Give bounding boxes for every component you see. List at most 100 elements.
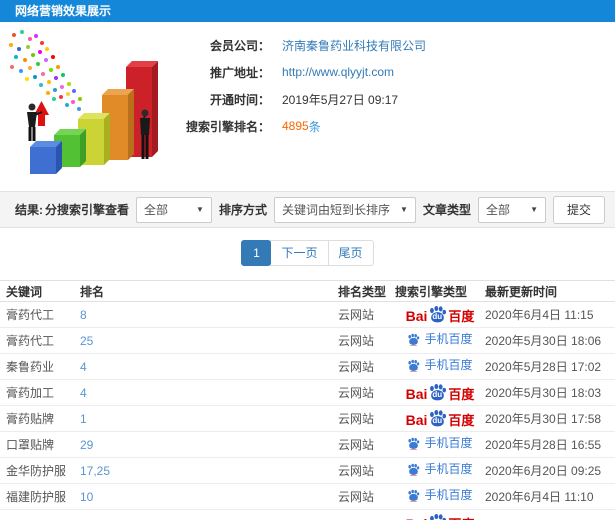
filter-bar: 结果: 分搜索引擎查看 全部 ▼ 排序方式 关键词由短到长排序 ▼ 文章类型 全… <box>0 191 615 228</box>
table-row: 膏药加工 4 云网站 Bai du 百度 2020年5月30日 18:03 <box>0 379 615 406</box>
growth-chart-illustration <box>9 30 158 174</box>
engine-filter-label: 分搜索引擎查看 <box>44 203 129 217</box>
chevron-down-icon: ▼ <box>530 205 538 214</box>
baidu-paw-icon <box>408 463 420 476</box>
baidu-logo-cn: 百度 <box>448 413 475 428</box>
rank-type-cell: 云网站 <box>338 334 375 348</box>
article-type-select[interactable]: 全部 ▼ <box>477 196 546 223</box>
rank-type-cell: 云网站 <box>338 386 375 400</box>
info-field-value[interactable]: http://www.qlyyjt.com <box>282 65 394 79</box>
table-row: 膏药贴牌 1 云网站 Bai du 百度 2020年5月30日 17:58 <box>0 405 615 432</box>
info-fields: 会员公司： 济南秦鲁药业科技有限公司推广地址： http://www.qlyyjt.… <box>175 37 426 145</box>
baidu-paw-icon <box>408 333 420 346</box>
table-row: 膏药代工 8 云网站 Bai du 百度 2020年6月4日 11:15 <box>0 301 615 328</box>
table-row: 秦鲁药业 4 云网站 手机百度 2020年5月28日 17:02 <box>0 353 615 380</box>
table-header-row: 关键词 排名 排名类型 搜索引擎类型 最新更新时间 <box>0 280 615 302</box>
baidu-logo-du: du <box>432 416 443 425</box>
mobile-baidu-label: 手机百度 <box>424 488 473 502</box>
page-button[interactable]: 下一页 <box>270 240 329 266</box>
chevron-down-icon: ▼ <box>196 205 204 214</box>
chevron-down-icon: ▼ <box>400 205 408 214</box>
engine-select-value: 全部 <box>143 203 168 217</box>
header-keyword: 关键词 <box>0 280 80 302</box>
rank-link[interactable]: 10 <box>80 490 93 504</box>
rank-type-cell: 云网站 <box>338 490 375 504</box>
updated-cell: 2020年5月28日 17:02 <box>485 360 602 374</box>
rank-link[interactable]: 8 <box>80 308 87 322</box>
page-button[interactable]: 尾页 <box>327 240 374 266</box>
header-engine-type: 搜索引擎类型 <box>395 280 485 302</box>
baidu-logo-cn: 百度 <box>448 309 475 324</box>
baidu-logo-bai: Bai <box>405 412 428 428</box>
rank-link[interactable]: 17,25 <box>80 464 110 478</box>
baidu-logo: Baidu百度 <box>405 305 475 324</box>
table-row: 口罩贴牌 29 云网站 手机百度 2020年5月28日 16:55 <box>0 431 615 458</box>
baidu-logo: Baidu百度 <box>406 513 474 520</box>
updated-cell: 2020年5月30日 18:03 <box>485 386 602 400</box>
table-row-partial: Baidu百度 <box>0 509 615 520</box>
updated-cell: 2020年6月4日 11:15 <box>485 308 594 322</box>
keyword-cell: 膏药代工 <box>6 308 55 322</box>
engine-select[interactable]: 全部 ▼ <box>135 196 212 223</box>
rank-link[interactable]: 1 <box>80 412 87 426</box>
mobile-baidu-logo: 手机百度 <box>407 332 473 346</box>
table-row: 金华防护服 17,25 云网站 手机百度 2020年6月20日 09:25 <box>0 457 615 484</box>
info-field-label: 推广地址： <box>209 65 270 80</box>
baidu-logo: Baidu 百度 <box>405 409 475 428</box>
rank-link[interactable]: 25 <box>80 334 93 348</box>
baidu-paw-icon <box>408 359 420 372</box>
updated-cell: 2020年5月30日 17:58 <box>485 412 602 426</box>
sort-filter-label: 排序方式 <box>218 203 267 217</box>
rank-type-cell: 云网站 <box>338 412 375 426</box>
keyword-cell: 秦鲁药业 <box>6 360 55 374</box>
confetti-dots <box>9 30 82 111</box>
sort-select-value: 关键词由短到长排序 <box>281 203 390 217</box>
rank-link[interactable]: 4 <box>80 360 87 374</box>
info-field-value: 2019年5月27日 09:17 <box>282 92 399 107</box>
mobile-baidu-logo: 手机百度 <box>407 462 473 476</box>
info-field-suffix: 条 <box>308 119 321 134</box>
article-type-label: 文章类型 <box>422 203 471 217</box>
table-row: 福建防护服 10 云网站 手机百度 2020年6月4日 11:10 <box>0 483 615 510</box>
bar-chart-clipart <box>2 27 172 182</box>
baidu-logo-bai: Bai <box>405 386 428 402</box>
info-field: 搜索引擎排名： 4895 条 <box>175 118 426 134</box>
bar-blue <box>30 141 62 174</box>
baidu-logo-cn: 百度 <box>448 387 475 402</box>
mobile-baidu-label: 手机百度 <box>424 332 473 346</box>
mobile-baidu-label: 手机百度 <box>424 462 473 476</box>
updated-cell: 2020年5月28日 16:55 <box>485 438 602 452</box>
rank-link[interactable]: 29 <box>80 438 93 452</box>
rank-type-cell: 云网站 <box>338 438 375 452</box>
updated-cell: 2020年6月4日 11:10 <box>485 490 594 504</box>
info-field-label: 开通时间： <box>209 92 270 107</box>
page-button-current[interactable]: 1 <box>241 240 272 266</box>
info-field-value[interactable]: 济南秦鲁药业科技有限公司 <box>282 37 426 54</box>
sort-select[interactable]: 关键词由短到长排序 ▼ <box>273 196 416 223</box>
keyword-cell: 膏药贴牌 <box>6 412 55 426</box>
mobile-baidu-logo: 手机百度 <box>407 436 473 450</box>
info-field: 推广地址： http://www.qlyyjt.com <box>175 64 426 80</box>
info-section: 会员公司： 济南秦鲁药业科技有限公司推广地址： http://www.qlyyjt.… <box>0 22 615 191</box>
rank-type-cell: 云网站 <box>338 360 375 374</box>
table-row: 膏药代工 25 云网站 手机百度 2020年5月30日 18:06 <box>0 327 615 354</box>
baidu-logo-bai: Bai <box>405 308 428 324</box>
rank-type-cell: 云网站 <box>338 308 375 322</box>
mobile-baidu-logo: 手机百度 <box>407 488 473 502</box>
info-field-label: 搜索引擎排名： <box>185 119 270 134</box>
info-field: 会员公司： 济南秦鲁药业科技有限公司 <box>175 37 426 53</box>
mobile-baidu-label: 手机百度 <box>424 436 473 450</box>
baidu-logo-du: du <box>432 390 443 399</box>
header-rank-type: 排名类型 <box>338 280 395 302</box>
header-updated: 最新更新时间 <box>485 280 615 302</box>
pagination: 1 下一页 尾页 <box>0 240 615 266</box>
info-field-value: 4895 <box>282 119 309 133</box>
baidu-paw-icon <box>408 437 420 450</box>
keyword-cell: 福建防护服 <box>6 490 67 504</box>
submit-button[interactable]: 提交 <box>552 195 605 224</box>
updated-cell: 2020年6月20日 09:25 <box>485 464 602 478</box>
keyword-cell: 口罩贴牌 <box>6 438 55 452</box>
result-label: 结果: <box>15 203 43 217</box>
mobile-baidu-label: 手机百度 <box>424 358 473 372</box>
rank-link[interactable]: 4 <box>80 386 87 400</box>
